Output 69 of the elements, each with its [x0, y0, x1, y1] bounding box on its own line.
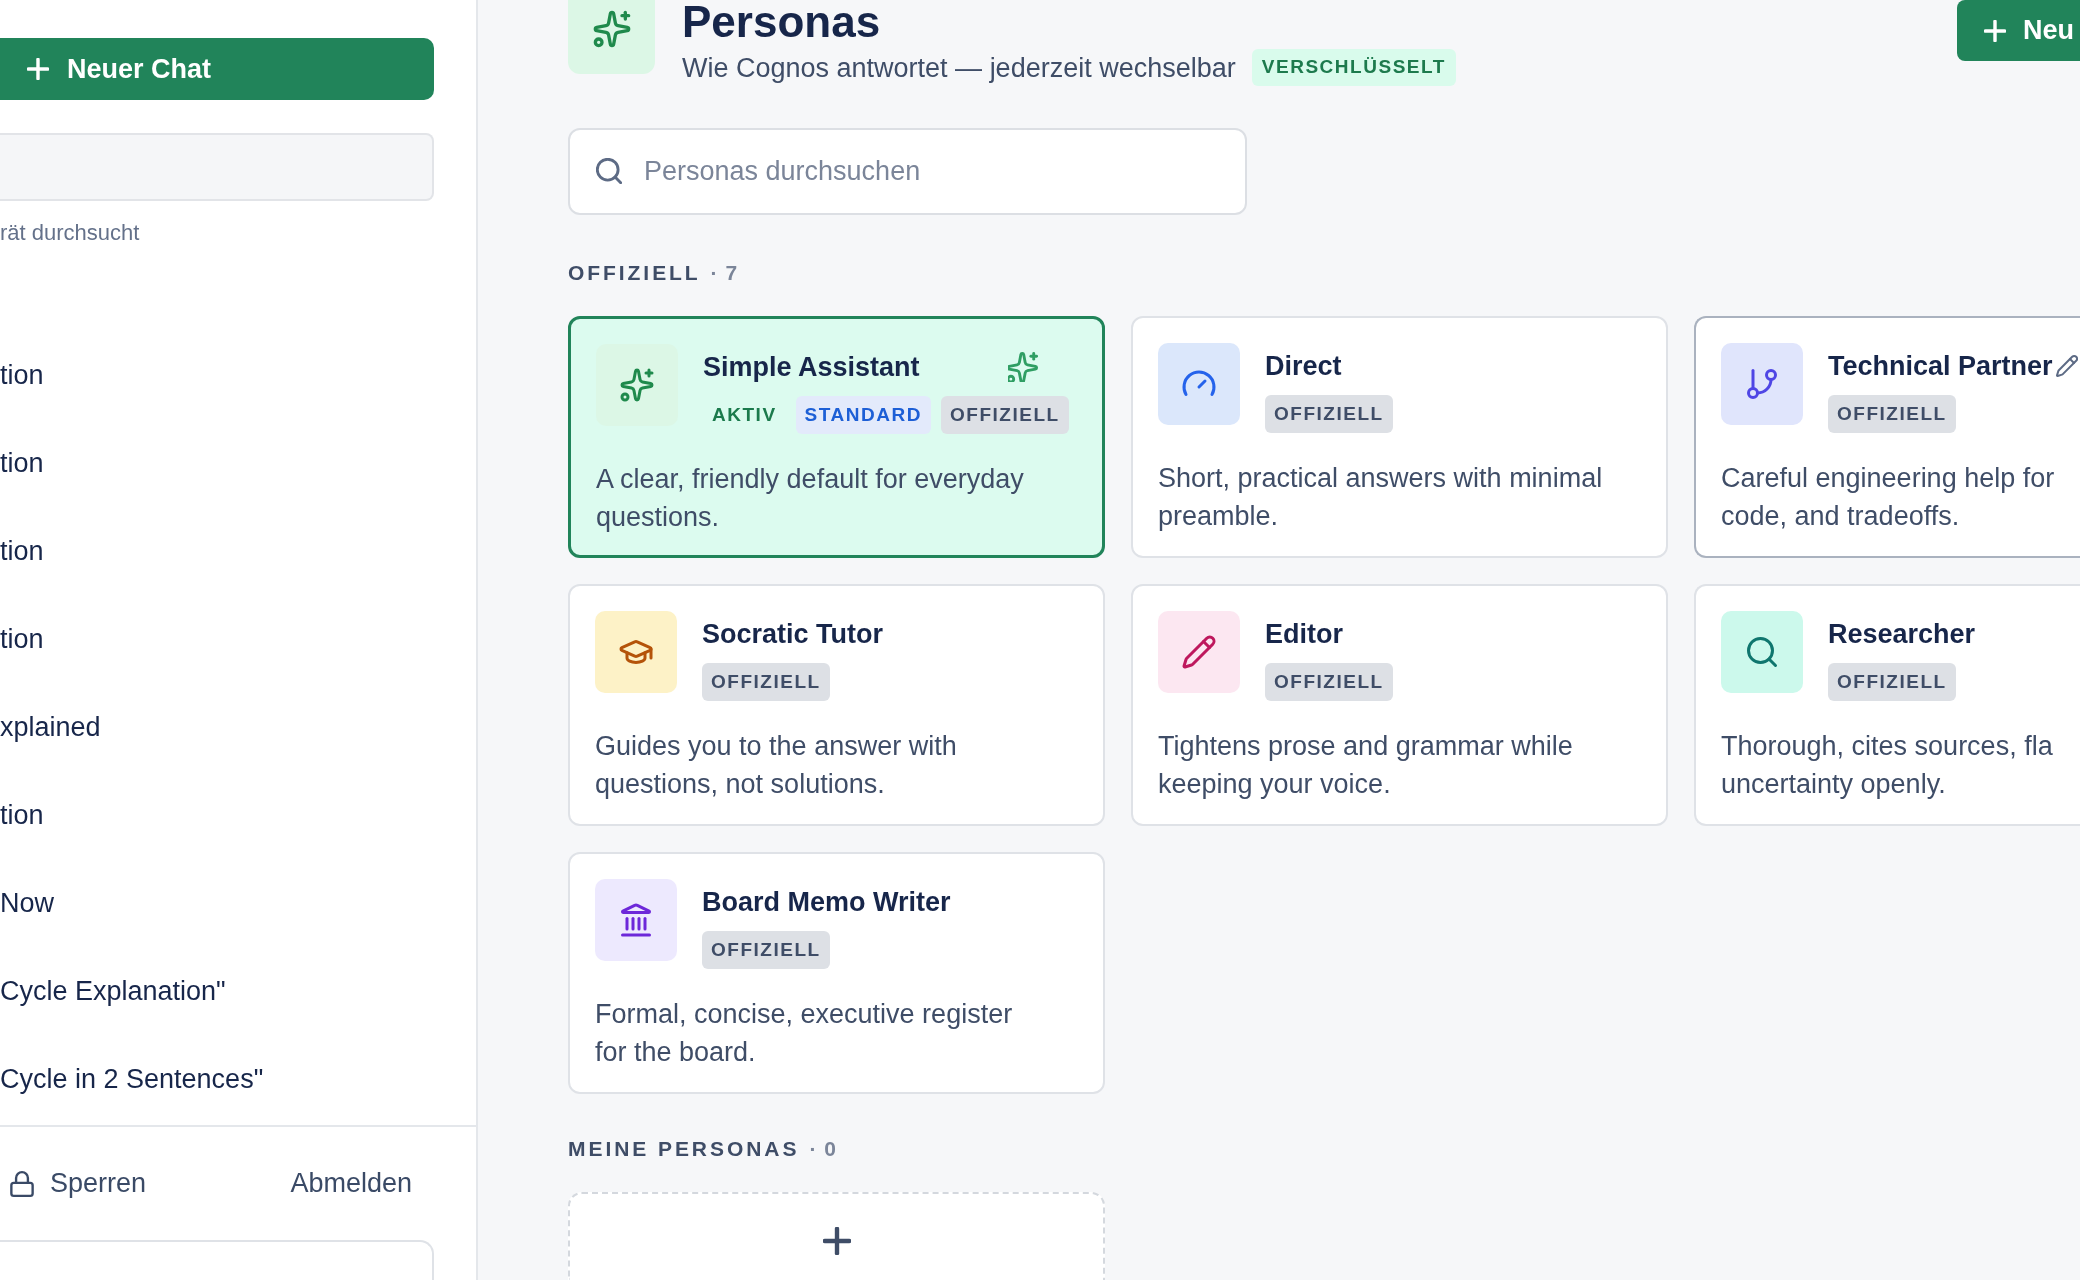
page-title: Personas — [682, 0, 881, 44]
persona-description: Careful engineering help for code, and tradeoffs. — [1721, 462, 2056, 533]
section-count: · 7 — [710, 260, 739, 287]
chat-list-item[interactable]: tion — [0, 358, 44, 392]
official-tag: OFFIZIELL — [702, 931, 830, 969]
sparkles-icon — [1008, 352, 1038, 382]
official-tag: OFFIZIELL — [940, 396, 1069, 434]
search-icon — [1721, 611, 1803, 693]
persona-description: A clear, friendly default for everyday questions. — [596, 463, 1025, 534]
plus-icon — [27, 58, 49, 80]
section-heading: MEINE PERSONAS — [568, 1136, 800, 1163]
chat-list-item[interactable]: tion — [0, 622, 44, 656]
persona-name: Socratic Tutor — [702, 618, 884, 651]
persona-description: Short, practical answers with minimal preamble. — [1158, 462, 1604, 533]
persona-card[interactable]: Editor OFFIZIELL Tightens prose and grammar while keeping your voice. — [1131, 584, 1668, 826]
persona-name: Simple Assistant — [703, 351, 920, 384]
persona-description: Formal, concise, executive register for the board. — [595, 998, 1014, 1069]
official-tag: OFFIZIELL — [1828, 395, 1956, 433]
chat-list-item[interactable]: tion — [0, 798, 44, 832]
persona-name: Direct — [1265, 350, 1342, 383]
search-hint: rät durchsucht — [0, 220, 140, 246]
search-icon — [596, 158, 622, 184]
lock-icon — [10, 1170, 34, 1197]
logout-button[interactable]: Abmelden — [268, 1155, 434, 1212]
sparkles-icon — [596, 344, 678, 426]
section-heading: OFFIZIELL — [568, 260, 701, 287]
search-field[interactable] — [0, 133, 434, 201]
official-tag: OFFIZIELL — [1265, 663, 1393, 701]
official-tag: OFFIZIELL — [1265, 395, 1393, 433]
chat-list-item[interactable]: tion — [0, 446, 44, 480]
persona-card[interactable]: Technical Partner OFFIZIELL Careful engineering help for code, and tradeoffs. — [1694, 316, 2080, 558]
section-count: · 0 — [809, 1136, 838, 1163]
official-tag: OFFIZIELL — [1828, 663, 1956, 701]
chat-list-item[interactable]: Cycle in 2 Sentences" — [0, 1062, 264, 1096]
sparkles-icon — [568, 0, 655, 74]
columned-building-icon — [595, 879, 677, 961]
chat-list-item[interactable]: tion — [0, 534, 44, 568]
persona-card[interactable]: Board Memo Writer OFFIZIELL Formal, concise, executive register for the board. — [568, 852, 1105, 1094]
persona-name: Board Memo Writer — [702, 886, 951, 919]
gauge-icon — [1158, 343, 1240, 425]
active-label: AKTIV — [711, 402, 778, 427]
persona-name: Editor — [1265, 618, 1343, 651]
persona-card[interactable]: Simple Assistant AKTIV STANDARD OFFIZIELL A clear, friendly default for everyday questions. — [568, 316, 1105, 558]
persona-card[interactable]: Socratic Tutor OFFIZIELL Guides you to the answer with questions, not solutions. — [568, 584, 1105, 826]
encryption-tag: VERSCHLÜSSELT — [1251, 49, 1456, 86]
graduation-cap-icon — [595, 611, 677, 693]
persona-name: Researcher — [1828, 618, 1976, 651]
new-chat-button[interactable]: Neuer Chat — [0, 38, 434, 100]
persona-card[interactable]: Researcher OFFIZIELL Thorough, cites sources, fla uncertainty openly. — [1694, 584, 2080, 826]
persona-name: Technical Partner — [1828, 350, 2053, 383]
plus-icon — [822, 1227, 851, 1255]
chat-list-item[interactable]: Cycle Explanation" — [0, 974, 226, 1008]
standard-tag: STANDARD — [795, 396, 931, 434]
pencil-icon — [1158, 611, 1240, 693]
persona-description: Guides you to the answer with questions, not solutions. — [595, 730, 958, 801]
add-persona-button[interactable] — [568, 1192, 1105, 1280]
persona-description: Tightens prose and grammar while keeping your voice. — [1158, 730, 1574, 801]
chat-list-item[interactable]: Now — [0, 886, 54, 920]
chat-list-item[interactable]: xplained — [0, 710, 101, 744]
pencil-icon[interactable] — [2056, 355, 2078, 377]
persona-description: Thorough, cites sources, fla uncertainty openly. — [1721, 730, 2054, 801]
new-persona-button[interactable]: Neu — [1957, 0, 2080, 61]
official-tag: OFFIZIELL — [702, 663, 830, 701]
page-subtitle: Wie Cognos antwortet — jederzeit wechselbar — [682, 51, 1236, 85]
lock-button[interactable]: Sperren — [10, 1163, 147, 1204]
plus-icon — [1984, 19, 2006, 42]
persona-card[interactable]: Direct OFFIZIELL Short, practical answers with minimal preamble. — [1131, 316, 1668, 558]
branch-icon — [1721, 343, 1803, 425]
search-field[interactable]: Personas durchsuchen — [568, 128, 1247, 215]
